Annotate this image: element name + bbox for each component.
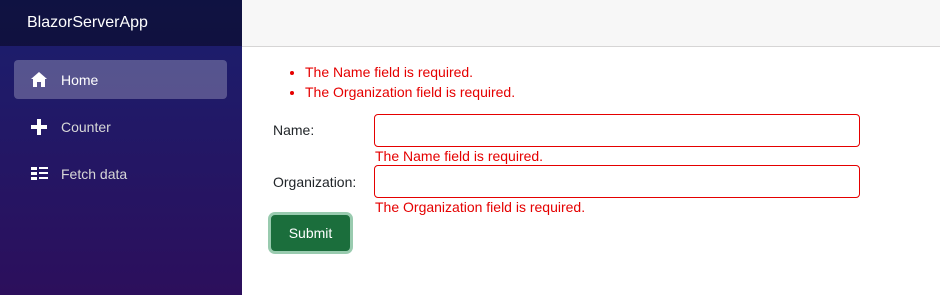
name-field[interactable] xyxy=(374,114,860,147)
brand-bar: BlazorServerApp xyxy=(0,0,242,46)
validation-message: The Organization field is required. xyxy=(305,82,515,102)
nav-item-counter[interactable]: Counter xyxy=(14,107,227,146)
top-bar xyxy=(242,0,940,47)
nav-item-label: Fetch data xyxy=(61,165,128,182)
organization-field[interactable] xyxy=(374,165,860,198)
nav-item-label: Counter xyxy=(61,118,111,135)
submit-button[interactable]: Submit xyxy=(271,215,350,251)
organization-error: The Organization field is required. xyxy=(375,199,586,215)
app-brand[interactable]: BlazorServerApp xyxy=(27,14,148,32)
validation-message: The Name field is required. xyxy=(305,62,515,82)
sidebar: BlazorServerApp Home Counter Fetch data xyxy=(0,0,242,295)
nav-menu: Home Counter Fetch data xyxy=(0,46,242,193)
list-icon xyxy=(30,165,48,183)
home-icon xyxy=(30,71,48,89)
name-error: The Name field is required. xyxy=(375,148,544,164)
main-content: The Name field is required. The Organiza… xyxy=(242,47,940,295)
validation-summary: The Name field is required. The Organiza… xyxy=(289,62,515,102)
name-label: Name: xyxy=(273,122,315,138)
nav-item-fetch-data[interactable]: Fetch data xyxy=(14,154,227,193)
organization-label: Organization: xyxy=(273,174,357,190)
plus-icon xyxy=(30,118,48,136)
nav-item-label: Home xyxy=(61,71,99,88)
nav-item-home[interactable]: Home xyxy=(14,60,227,99)
